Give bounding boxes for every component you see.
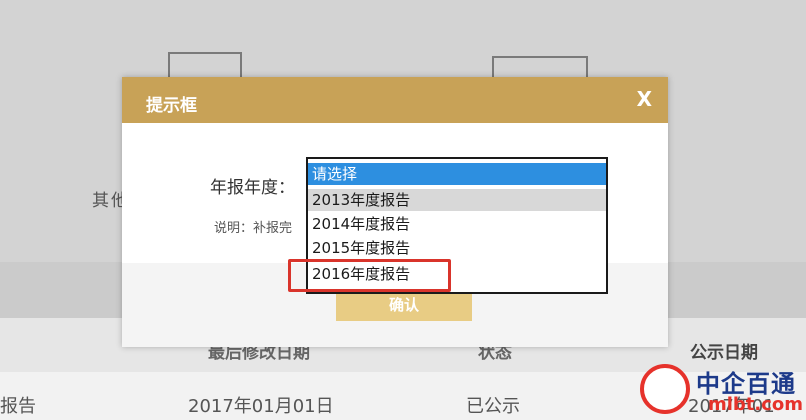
dropdown-option[interactable]: 2013年度报告 [308, 189, 606, 211]
dropdown-option[interactable]: 请选择 [308, 163, 606, 185]
dialog-title: 提示框 [146, 96, 197, 116]
cell-date: 2017年01月01日 [188, 396, 334, 417]
dropdown-option[interactable]: 2014年度报告 [308, 213, 606, 235]
watermark-logo: 中企百通 mlbt.com [632, 362, 806, 420]
cell-status: 已公示 [466, 396, 520, 417]
logo-icon [640, 364, 690, 414]
annotation-highlight-box [288, 259, 451, 292]
dropdown-option[interactable]: 2015年度报告 [308, 237, 606, 259]
dialog-header: 提示框 X [122, 77, 668, 123]
close-icon[interactable]: X [637, 89, 652, 109]
note-text: 说明：补报完 [214, 221, 293, 236]
column-header-publish-date: 公示日期 [690, 343, 758, 363]
cell-report: 报告 [0, 396, 36, 417]
report-year-label: 年报年度： [210, 178, 295, 198]
watermark-url: mlbt.com [708, 394, 804, 415]
screenshot-stage: 其他 最后修改日期 状态 公示日期 报告 2017年01月01日 已公示 201… [0, 0, 806, 420]
